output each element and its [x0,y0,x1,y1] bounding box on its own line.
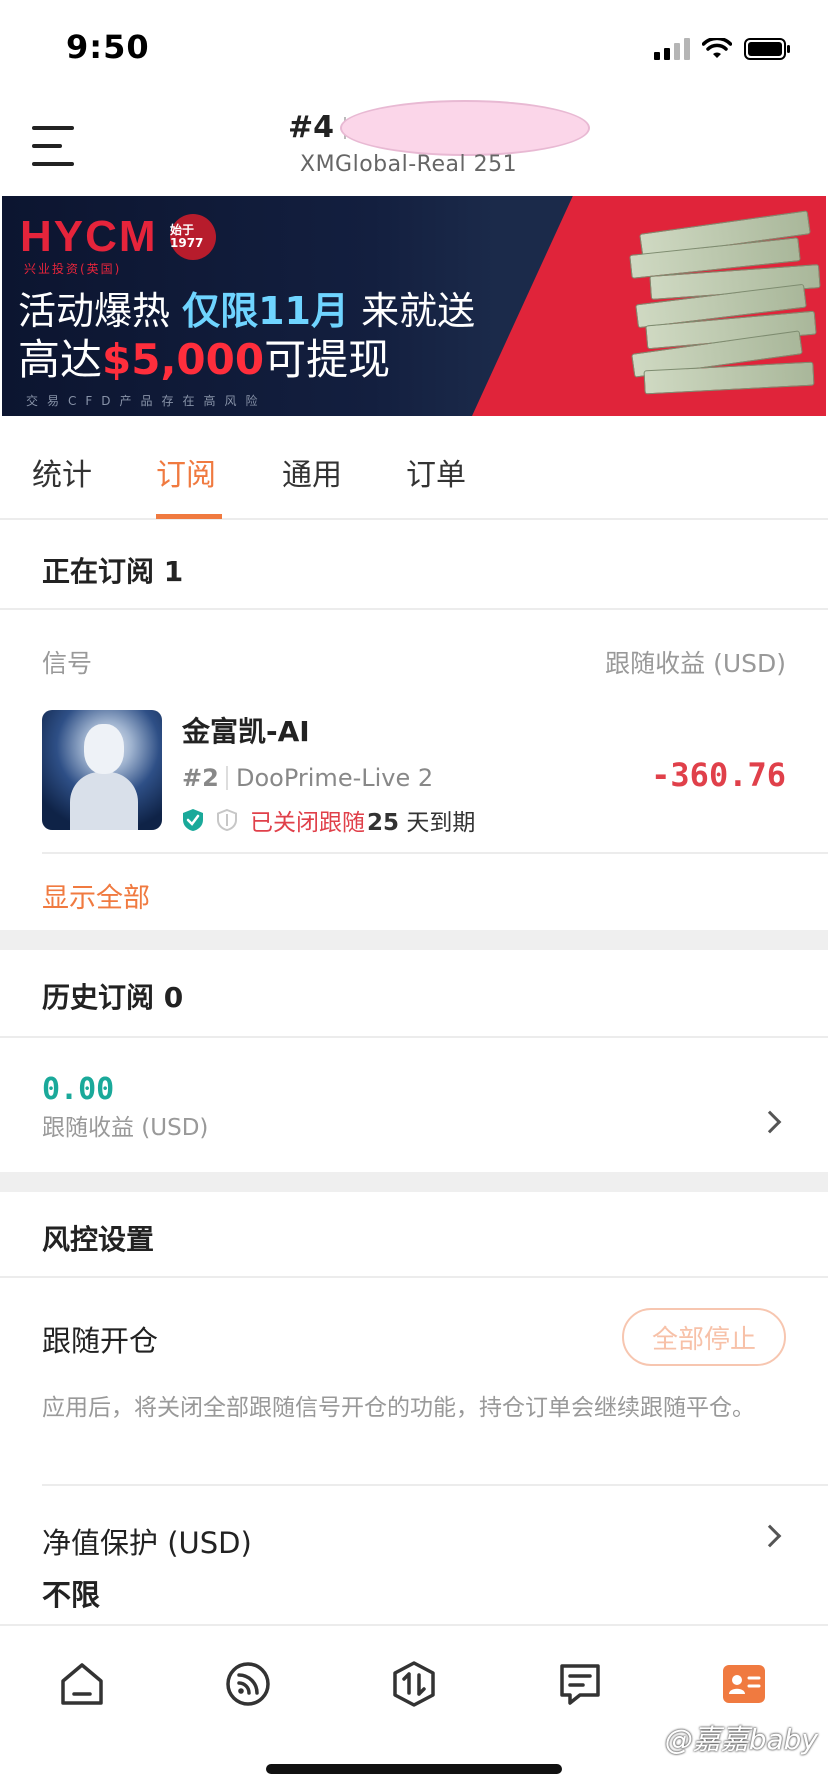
tab-bar: 统计 订阅 通用 订单 [0,416,828,520]
divider [226,766,228,790]
nav-orders[interactable] [554,1658,606,1710]
section-gap [0,930,828,950]
redaction-scribble [340,100,590,156]
signal-column-header: 信号 [42,649,93,678]
active-tab-indicator [156,514,222,519]
signal-status-row: 已关闭跟随 25 天到期 [182,804,475,836]
cash-stack-image [610,210,821,402]
divider [42,852,828,854]
divider [0,1276,828,1278]
banner-logo-sub: 兴业投资(英国) [24,262,122,276]
home-icon [61,1663,103,1705]
header: #4 2 XMGlobal-Real 251 [0,100,828,196]
verified-shield-icon [183,809,203,831]
signal-broker: DooPrime-Live 2 [236,764,434,792]
account-server: XMGlobal-Real 251 [300,152,518,177]
history-profit-label: 跟随收益 (USD) [42,1115,209,1141]
status-time: 9:50 [66,28,150,66]
battery-icon [744,38,790,60]
cellular-signal-icon [654,38,690,60]
tab-statistics[interactable]: 统计 [32,450,92,520]
show-all-link[interactable]: 显示全部 [42,876,150,915]
tab-orders[interactable]: 订单 [406,450,466,520]
shield-outline-icon [217,808,237,832]
tab-subscription[interactable]: 订阅 [156,450,216,520]
banner-logo: HYCM [20,212,158,261]
risk-control-title: 风控设置 [42,1223,155,1256]
profit-column-header: 跟随收益 (USD) [605,649,786,678]
document-icon [560,1664,600,1705]
menu-icon[interactable] [32,126,74,166]
watermark: @嘉嘉baby [664,1723,818,1756]
divider [0,1036,828,1038]
section-gap [0,1172,828,1192]
equity-protection-label: 净值保护 (USD) [42,1526,252,1560]
equity-protection-value: 不限 [42,1578,101,1612]
signal-name[interactable]: 金富凯-AI [182,710,310,750]
banner-risk-notice: 交易CFD产品存在高风险 [26,394,267,408]
chevron-right-icon [758,1524,782,1548]
nav-signals[interactable] [222,1658,274,1710]
divider [42,1484,828,1486]
tab-general[interactable]: 通用 [282,450,342,520]
status-icons [654,36,792,62]
banner-seal: 始于 1977 [170,214,216,260]
wifi-icon [702,38,732,58]
follow-open-label: 跟随开仓 [42,1324,159,1358]
nav-trade[interactable] [388,1658,440,1710]
status-bar: 9:50 [0,0,828,100]
promo-banner[interactable]: HYCM 兴业投资(英国) 始于 1977 活动爆热 仅限11月 来就送 高达$… [2,196,826,416]
divider [0,608,828,610]
chevron-right-icon [758,1110,782,1134]
signal-profit: -360.76 [651,756,786,794]
stop-all-button[interactable]: 全部停止 [622,1308,786,1366]
follow-open-description: 应用后，将关闭全部跟随信号开仓的功能，持仓订单会继续跟随平仓。 [42,1395,755,1421]
follow-closed-text: 已关闭跟随 [250,810,365,836]
feed-icon [226,1662,270,1706]
history-title: 历史订阅 0 [42,981,184,1014]
signal-rank: #2 [182,764,219,792]
subscribing-title: 正在订阅 1 [42,555,184,588]
banner-headline-2: 高达$5,000可提现 [18,335,391,384]
nav-home[interactable] [56,1658,108,1710]
history-profit-value: 0.00 [42,1072,115,1107]
profile-card-icon [723,1665,765,1703]
days-to-expire: 25 天到期 [367,810,476,836]
signal-avatar[interactable] [42,710,162,830]
trade-icon [393,1661,435,1707]
nav-account[interactable] [718,1658,770,1710]
account-rank: #4 [288,110,335,145]
home-indicator[interactable] [266,1764,562,1774]
